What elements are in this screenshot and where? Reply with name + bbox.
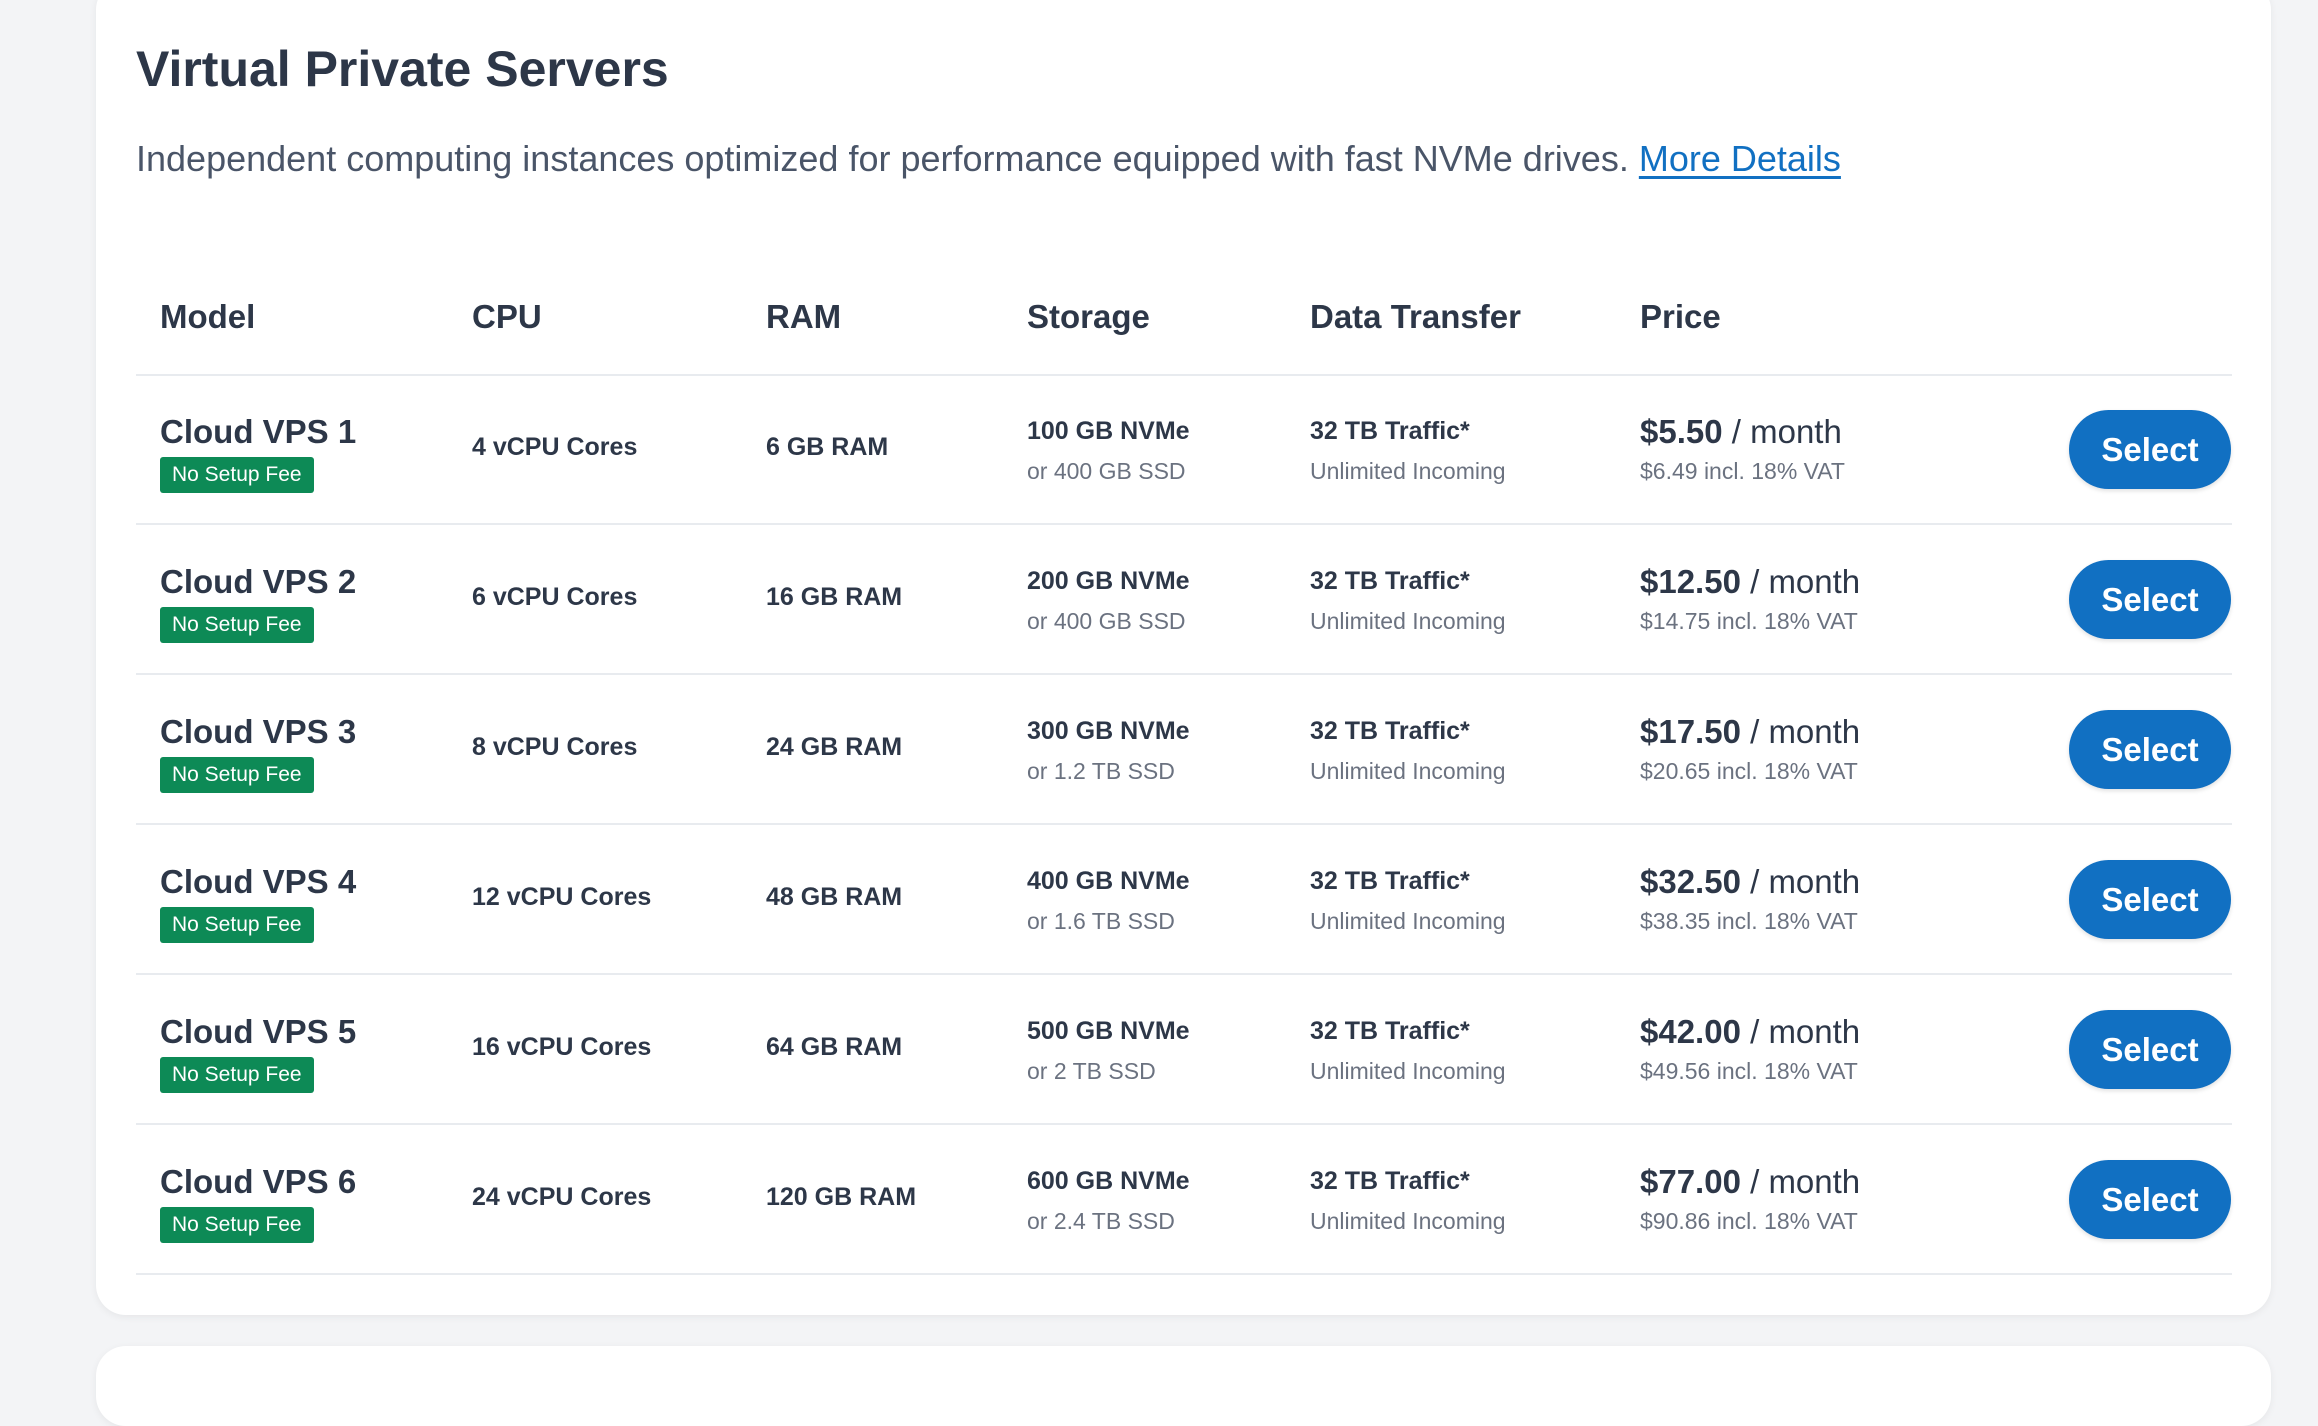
table-row: Cloud VPS 2 No Setup Fee 6 vCPU Cores 16… [136, 525, 2232, 675]
storage-value: 600 GB NVMe [1027, 1167, 1190, 1195]
price-monthly: $17.50 / month [1640, 713, 1860, 751]
price-period: / month [1731, 413, 1842, 450]
ram-value: 120 GB RAM [766, 1183, 917, 1211]
price-incl-vat: $6.49 incl. 18% VAT [1640, 458, 1845, 484]
storage-alt-value: or 2.4 TB SSD [1027, 1208, 1175, 1234]
model-name: Cloud VPS 4 [160, 863, 357, 900]
page-description: Independent computing instances optimize… [136, 138, 1841, 180]
ram-value: 6 GB RAM [766, 433, 889, 461]
price-incl-vat: $14.75 incl. 18% VAT [1640, 608, 1858, 634]
column-header-model: Model [160, 298, 256, 335]
price-period: / month [1750, 1163, 1861, 1200]
traffic-value: 32 TB Traffic* [1310, 867, 1470, 895]
select-button[interactable]: Select [2069, 710, 2231, 789]
price-monthly: $32.50 / month [1640, 863, 1860, 901]
description-text: Independent computing instances optimize… [136, 138, 1629, 179]
no-setup-fee-badge: No Setup Fee [160, 757, 314, 793]
storage-value: 400 GB NVMe [1027, 867, 1190, 895]
table-row: Cloud VPS 1 No Setup Fee 4 vCPU Cores 6 … [136, 375, 2232, 525]
traffic-value: 32 TB Traffic* [1310, 417, 1470, 445]
price-monthly: $5.50 / month [1640, 413, 1842, 451]
cpu-value: 12 vCPU Cores [472, 883, 652, 911]
page-title: Virtual Private Servers [136, 41, 669, 97]
price-period: / month [1750, 563, 1861, 600]
cpu-value: 4 vCPU Cores [472, 433, 638, 461]
storage-alt-value: or 400 GB SSD [1027, 458, 1186, 484]
model-name: Cloud VPS 5 [160, 1013, 357, 1050]
incoming-value: Unlimited Incoming [1310, 1058, 1506, 1084]
incoming-value: Unlimited Incoming [1310, 608, 1506, 634]
incoming-value: Unlimited Incoming [1310, 458, 1506, 484]
no-setup-fee-badge: No Setup Fee [160, 1057, 314, 1093]
price-monthly: $77.00 / month [1640, 1163, 1860, 1201]
model-name: Cloud VPS 1 [160, 413, 357, 450]
price-incl-vat: $90.86 incl. 18% VAT [1640, 1208, 1858, 1234]
traffic-value: 32 TB Traffic* [1310, 717, 1470, 745]
storage-alt-value: or 2 TB SSD [1027, 1058, 1156, 1084]
price-incl-vat: $49.56 incl. 18% VAT [1640, 1058, 1858, 1084]
price-period: / month [1750, 1013, 1861, 1050]
table-row: Cloud VPS 6 No Setup Fee 24 vCPU Cores 1… [136, 1125, 2232, 1275]
price-amount: $42.00 [1640, 1013, 1741, 1050]
model-name: Cloud VPS 6 [160, 1163, 357, 1200]
ram-value: 24 GB RAM [766, 733, 903, 761]
traffic-value: 32 TB Traffic* [1310, 1167, 1470, 1195]
column-header-storage: Storage [1027, 298, 1150, 335]
price-amount: $32.50 [1640, 863, 1741, 900]
traffic-value: 32 TB Traffic* [1310, 567, 1470, 595]
storage-alt-value: or 1.2 TB SSD [1027, 758, 1175, 784]
price-incl-vat: $20.65 incl. 18% VAT [1640, 758, 1858, 784]
column-header-cpu: CPU [472, 298, 542, 335]
select-button[interactable]: Select [2069, 1160, 2231, 1239]
select-button[interactable]: Select [2069, 1010, 2231, 1089]
table-row: Cloud VPS 5 No Setup Fee 16 vCPU Cores 6… [136, 975, 2232, 1125]
ram-value: 48 GB RAM [766, 883, 903, 911]
price-monthly: $12.50 / month [1640, 563, 1860, 601]
ram-value: 16 GB RAM [766, 583, 903, 611]
select-button[interactable]: Select [2069, 860, 2231, 939]
table-row: Cloud VPS 3 No Setup Fee 8 vCPU Cores 24… [136, 675, 2232, 825]
column-header-data-transfer: Data Transfer [1310, 298, 1521, 335]
traffic-value: 32 TB Traffic* [1310, 1017, 1470, 1045]
price-amount: $12.50 [1640, 563, 1741, 600]
no-setup-fee-badge: No Setup Fee [160, 607, 314, 643]
cpu-value: 6 vCPU Cores [472, 583, 638, 611]
table-row: Cloud VPS 4 No Setup Fee 12 vCPU Cores 4… [136, 825, 2232, 975]
cpu-value: 16 vCPU Cores [472, 1033, 652, 1061]
price-period: / month [1750, 863, 1861, 900]
column-header-ram: RAM [766, 298, 842, 335]
price-amount: $77.00 [1640, 1163, 1741, 1200]
select-button[interactable]: Select [2069, 410, 2231, 489]
price-amount: $17.50 [1640, 713, 1741, 750]
ram-value: 64 GB RAM [766, 1033, 903, 1061]
storage-alt-value: or 400 GB SSD [1027, 608, 1186, 634]
storage-value: 300 GB NVMe [1027, 717, 1190, 745]
price-period: / month [1750, 713, 1861, 750]
cpu-value: 24 vCPU Cores [472, 1183, 652, 1211]
more-details-link[interactable]: More Details [1639, 138, 1841, 179]
storage-value: 100 GB NVMe [1027, 417, 1190, 445]
incoming-value: Unlimited Incoming [1310, 758, 1506, 784]
incoming-value: Unlimited Incoming [1310, 908, 1506, 934]
select-button[interactable]: Select [2069, 560, 2231, 639]
no-setup-fee-badge: No Setup Fee [160, 457, 314, 493]
storage-value: 500 GB NVMe [1027, 1017, 1190, 1045]
cpu-value: 8 vCPU Cores [472, 733, 638, 761]
column-header-price: Price [1640, 298, 1721, 335]
price-incl-vat: $38.35 incl. 18% VAT [1640, 908, 1858, 934]
storage-value: 200 GB NVMe [1027, 567, 1190, 595]
model-name: Cloud VPS 2 [160, 563, 357, 600]
price-amount: $5.50 [1640, 413, 1723, 450]
incoming-value: Unlimited Incoming [1310, 1208, 1506, 1234]
storage-alt-value: or 1.6 TB SSD [1027, 908, 1175, 934]
no-setup-fee-badge: No Setup Fee [160, 907, 314, 943]
no-setup-fee-badge: No Setup Fee [160, 1207, 314, 1243]
table-header: Model CPU RAM Storage Data Transfer Pric… [136, 260, 2232, 376]
model-name: Cloud VPS 3 [160, 713, 357, 750]
next-section-card [96, 1346, 2271, 1426]
price-monthly: $42.00 / month [1640, 1013, 1860, 1051]
